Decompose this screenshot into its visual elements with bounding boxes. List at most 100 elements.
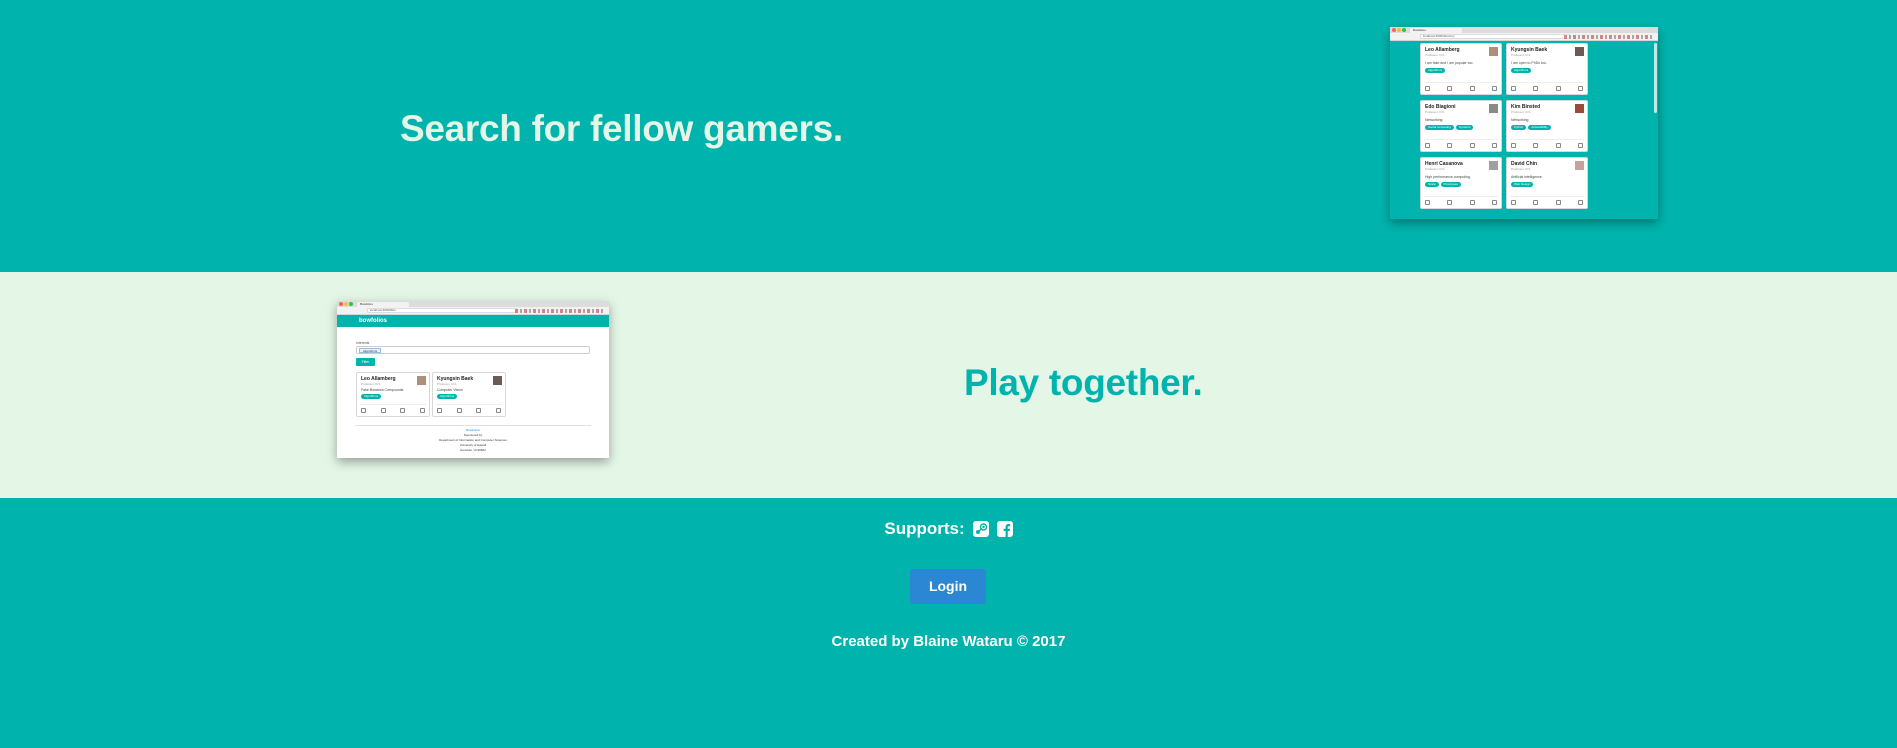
app-navbar: bowfolios — [337, 315, 609, 327]
supports-row: Supports: — [0, 519, 1897, 539]
github-icon — [456, 408, 462, 413]
instagram-icon — [1491, 200, 1497, 205]
credit-text: Created by Blaine Wataru © 2017 — [831, 633, 1066, 650]
browser-url: localhost:3000/directory — [1420, 34, 1570, 39]
facebook-icon[interactable] — [996, 521, 1013, 537]
facebook-icon — [1469, 86, 1475, 91]
card-description: I am fake and I am popular too. — [1425, 61, 1474, 65]
profile-card: Kyungsin Baek Professor, ICS Computer Vi… — [432, 372, 506, 417]
instagram-icon — [495, 408, 501, 413]
card-description: I am open to PhDs too. — [1511, 61, 1547, 65]
filter-button: Filter — [356, 358, 375, 366]
avatar — [1575, 161, 1584, 170]
github-icon — [1447, 86, 1453, 91]
interest-tag: Accessibility — [1528, 125, 1551, 130]
facebook-icon — [1555, 200, 1561, 205]
feature-headline: Play together. — [964, 362, 1203, 403]
facebook-icon — [1555, 86, 1561, 91]
interest-tag: Algorithms — [361, 394, 382, 399]
profile-card: Henri Casanova Professor, ICS High perfo… — [1420, 157, 1502, 209]
mail-icon — [1425, 86, 1430, 91]
app-brand: bowfolios — [359, 318, 387, 324]
footer-line: Sponsored by — [463, 433, 483, 437]
footer-line: University of Hawaii — [459, 443, 487, 447]
avatar — [1489, 104, 1498, 113]
social-icons — [1511, 86, 1583, 91]
interest-tag: Python — [1511, 125, 1527, 130]
mail-icon — [1511, 86, 1516, 91]
card-subtitle: Professor, ICS — [1425, 167, 1445, 171]
facebook-icon — [476, 408, 482, 413]
interests-select: Algorithms — [356, 346, 590, 354]
social-icons — [437, 408, 501, 413]
directory-body: Leo Allamberg Professor, ICS I am fake a… — [1390, 41, 1658, 219]
mail-icon — [361, 408, 366, 413]
instagram-icon — [1491, 143, 1497, 148]
social-icons — [1511, 143, 1583, 148]
social-icons — [1425, 143, 1497, 148]
instagram-icon — [1577, 143, 1583, 148]
steam-icon[interactable] — [972, 521, 989, 537]
browser-address-bar: localhost:3000/directory — [1390, 33, 1658, 41]
card-subtitle: Professor, ICS — [1511, 167, 1531, 171]
interest-tag: Prototypes — [1440, 182, 1461, 187]
mail-icon — [1511, 143, 1516, 148]
card-description: Artificial intelligence. — [1511, 175, 1543, 179]
social-icons — [361, 408, 425, 413]
extension-icons — [515, 309, 605, 313]
profile-card: David Chin Professor, ICS Artificial int… — [1506, 157, 1588, 209]
social-icons — [1511, 200, 1583, 205]
github-icon — [1533, 200, 1539, 205]
interests-label: Interests — [356, 341, 370, 345]
supports-label: Supports: — [884, 519, 965, 538]
card-subtitle: Professor, ICS — [1511, 53, 1531, 57]
social-icons — [1425, 86, 1497, 91]
avatar — [417, 376, 426, 385]
card-description: High performance computing. — [1425, 175, 1471, 179]
interest-tag: Algorithms — [1511, 68, 1532, 73]
avatar — [1575, 104, 1584, 113]
mail-icon — [1425, 200, 1430, 205]
hero-headline: Search for fellow gamers. — [400, 108, 843, 149]
instagram-icon — [1577, 86, 1583, 91]
github-icon — [1533, 143, 1539, 148]
facebook-icon — [1469, 200, 1475, 205]
login-button[interactable]: Login — [910, 569, 986, 604]
interest-tag: Systems — [1455, 125, 1474, 130]
card-description: Networking — [1511, 118, 1529, 122]
facebook-icon — [400, 408, 406, 413]
profile-card: Leo Allamberg Professor, ICS Fake Bonanz… — [356, 372, 430, 417]
github-icon — [1533, 86, 1539, 91]
card-subtitle: Professor, ICS — [1511, 110, 1531, 114]
avatar — [493, 376, 502, 385]
avatar — [1489, 47, 1498, 56]
interest-tag: Web Design — [1511, 182, 1534, 187]
profile-card: Edo Biagioni Professor, ICS Networking S… — [1420, 100, 1502, 152]
github-icon — [1447, 200, 1453, 205]
footer-line: BowFolios — [466, 428, 480, 432]
mail-icon — [1511, 200, 1516, 205]
feature-section: Bowfolios localhost:3000/filter bowfolio… — [0, 272, 1897, 498]
interest-tag: Scala — [1425, 182, 1439, 187]
card-subtitle: Professor, ICS — [437, 382, 457, 386]
interest-chip: Algorithms — [359, 348, 382, 353]
browser-address-bar: localhost:3000/filter — [337, 307, 609, 315]
profile-card: Kim Binsted Professor, ICS Networking Py… — [1506, 100, 1588, 152]
card-description: Fake Bonanza Compounds — [361, 388, 404, 392]
footer-line: Honolulu, HI 96822 — [460, 448, 486, 452]
directory-screenshot: Bowfolios localhost:3000/directory Leo A… — [1390, 27, 1658, 219]
mail-icon — [1425, 143, 1430, 148]
card-subtitle: Professor, ICS — [1425, 110, 1445, 114]
avatar — [1575, 47, 1584, 56]
scrollbar — [1654, 43, 1657, 113]
card-description: Networking — [1425, 118, 1443, 122]
interest-tag: Algorithms — [1425, 68, 1446, 73]
card-subtitle: Professor, ICS — [1425, 53, 1445, 57]
card-subtitle: Professor, ICS — [361, 382, 381, 386]
facebook-icon — [1555, 143, 1561, 148]
browser-url: localhost:3000/filter — [367, 308, 517, 313]
extension-icons — [1564, 35, 1654, 39]
social-icons — [1425, 200, 1497, 205]
card-description: Computer Vision — [437, 388, 463, 392]
interest-tag: Algorithms — [437, 394, 458, 399]
